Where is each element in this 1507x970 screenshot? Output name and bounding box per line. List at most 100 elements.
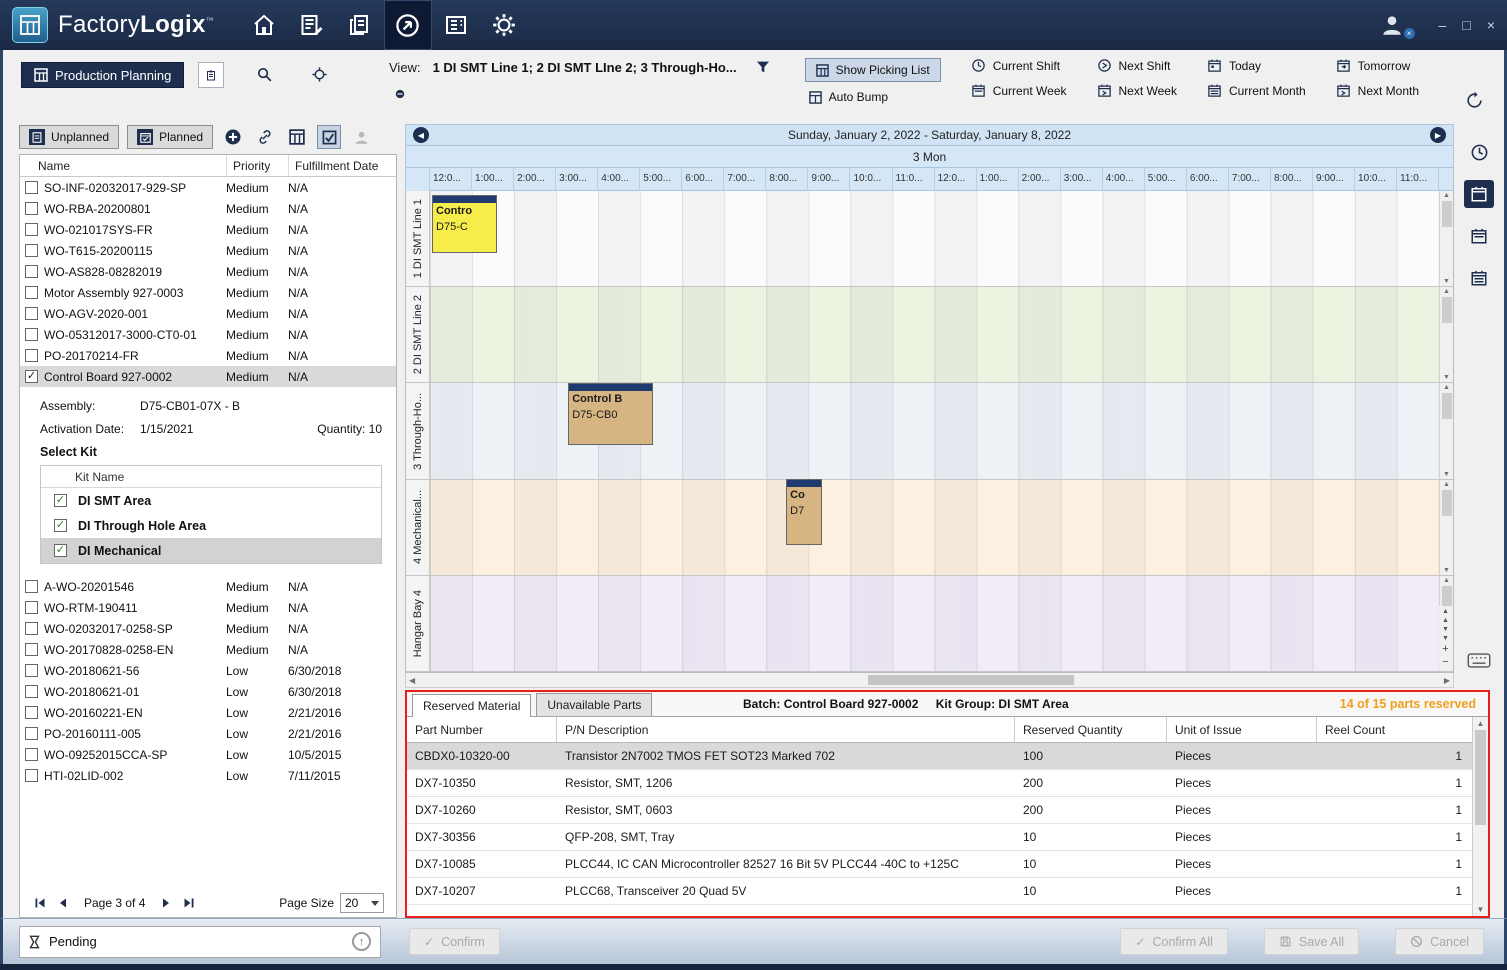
work-order-checkbox[interactable]: ✓	[25, 643, 38, 656]
lane-scrollbar[interactable]: ▲ ▼	[1439, 480, 1453, 575]
part-row[interactable]: DX7-10085 PLCC44, IC CAN Microcontroller…	[407, 851, 1472, 878]
work-order-checkbox[interactable]: ✓	[25, 265, 38, 278]
scrollbar-thumb[interactable]	[1442, 393, 1452, 419]
lane-area[interactable]: ControD75-C	[430, 191, 1439, 286]
kit-checkbox[interactable]: ✓	[54, 519, 67, 532]
planning-forms-icon[interactable]	[288, 0, 336, 50]
work-order-row[interactable]: ✓ WO-RBA-20200801 Medium N/A	[20, 198, 396, 219]
scrollbar-thumb[interactable]	[1442, 201, 1452, 227]
work-order-row[interactable]: ✓ WO-20170828-0258-EN Medium N/A	[20, 639, 396, 660]
work-order-checkbox[interactable]: ✓	[25, 244, 38, 257]
part-row[interactable]: DX7-10260 Resistor, SMT, 0603 200 Pieces…	[407, 797, 1472, 824]
column-part-number[interactable]: Part Number	[407, 717, 557, 742]
scroll-down-icon[interactable]: ▼	[1443, 374, 1450, 381]
add-work-order-icon[interactable]	[221, 125, 245, 149]
lane-area[interactable]: CoD7	[430, 480, 1439, 575]
scroll-down-icon[interactable]: ▼	[1443, 567, 1450, 574]
save-all-button[interactable]: Save All	[1264, 928, 1359, 955]
cancel-button[interactable]: Cancel	[1395, 928, 1484, 955]
filter-icon[interactable]	[749, 58, 777, 76]
scroll-down-icon[interactable]: ▼	[1442, 626, 1449, 633]
gantt-horizontal-scrollbar[interactable]: ◀ ▶	[405, 673, 1454, 688]
scroll-up-icon[interactable]: ▲	[1477, 719, 1485, 728]
work-order-row[interactable]: ✓ WO-09252015CCA-SP Low 10/5/2015	[20, 744, 396, 765]
view-select[interactable]: 1 DI SMT Line 1; 2 DI SMT LIne 2; 3 Thro…	[427, 59, 743, 76]
search-icon[interactable]	[250, 62, 279, 84]
next-month-button[interactable]: Next Month	[1336, 83, 1419, 98]
kit-row[interactable]: ✓ DI SMT Area	[41, 488, 381, 513]
work-order-row[interactable]: ✓ WO-20160221-EN Low 2/21/2016	[20, 702, 396, 723]
maximize-button[interactable]: □	[1462, 17, 1470, 33]
work-order-checkbox[interactable]: ✓	[25, 622, 38, 635]
work-order-checkbox[interactable]: ✓	[25, 223, 38, 236]
gantt-bar[interactable]: ControD75-C	[433, 196, 496, 252]
work-order-row[interactable]: ✓ WO-02032017-0258-SP Medium N/A	[20, 618, 396, 639]
work-order-checkbox[interactable]: ✓	[25, 580, 38, 593]
work-order-checkbox[interactable]: ✓	[25, 685, 38, 698]
home-icon[interactable]	[240, 0, 288, 50]
current-shift-button[interactable]: Current Shift	[971, 58, 1067, 73]
lane-scrollbar[interactable]: ▲ ▼	[1439, 191, 1453, 286]
column-reel-count[interactable]: Reel Count	[1317, 717, 1472, 742]
work-order-row[interactable]: ✓ Control Board 927-0002 Medium N/A	[20, 366, 396, 387]
work-order-checkbox[interactable]: ✓	[25, 706, 38, 719]
scroll-down-icon[interactable]: ▼	[1443, 471, 1450, 478]
column-description[interactable]: P/N Description	[557, 717, 1015, 742]
scroll-bottom-icon[interactable]: ▼	[1442, 635, 1449, 642]
scroll-up-icon[interactable]: ▲	[1442, 617, 1449, 624]
work-order-checkbox[interactable]: ✓	[25, 307, 38, 320]
gantt-bar[interactable]: Control BD75-CB0	[569, 384, 652, 444]
kit-row[interactable]: ✓ DI Through Hole Area	[41, 513, 381, 538]
part-row[interactable]: DX7-30356 QFP-208, SMT, Tray 10 Pieces 1	[407, 824, 1472, 851]
lane-scrollbar[interactable]: ▲ ▼	[1439, 287, 1453, 382]
current-week-button[interactable]: Current Week	[971, 83, 1067, 98]
lane-area[interactable]	[430, 287, 1439, 382]
work-order-row[interactable]: ✓ A-WO-20201546 Medium N/A	[20, 576, 396, 597]
documents-icon[interactable]	[336, 0, 384, 50]
work-order-row[interactable]: ✓ WO-20180621-01 Low 6/30/2018	[20, 681, 396, 702]
scroll-right-icon[interactable]: ▶	[1444, 676, 1450, 685]
last-page-icon[interactable]	[181, 897, 197, 909]
work-order-checkbox[interactable]: ✓	[25, 769, 38, 782]
work-order-checkbox[interactable]: ✓	[25, 664, 38, 677]
parts-scrollbar[interactable]: ▲ ▼	[1472, 717, 1488, 916]
gantt-bar[interactable]: CoD7	[787, 480, 821, 544]
assign-user-icon[interactable]	[349, 125, 373, 149]
work-order-row[interactable]: ✓ PO-20170214-FR Medium N/A	[20, 345, 396, 366]
collapse-view-icon[interactable]	[389, 84, 411, 104]
settings-gear-icon[interactable]	[480, 0, 528, 50]
user-logout-icon[interactable]: ×	[1373, 11, 1411, 39]
production-planning-button[interactable]: Production Planning	[21, 62, 184, 88]
scroll-up-icon[interactable]: ▲	[1443, 384, 1450, 391]
scroll-top-icon[interactable]: ▲	[1442, 608, 1449, 615]
tab-unplanned[interactable]: Unplanned	[19, 125, 119, 149]
scrollbar-thumb[interactable]	[1442, 490, 1452, 516]
next-week-button-toolbar[interactable]: Next Week	[1097, 83, 1177, 98]
work-order-checkbox[interactable]: ✓	[25, 601, 38, 614]
tab-unavailable-parts[interactable]: Unavailable Parts	[536, 693, 652, 716]
current-month-button[interactable]: Current Month	[1207, 83, 1306, 98]
show-checked-filter-icon[interactable]	[317, 125, 341, 149]
next-range-icon[interactable]: ▶	[1430, 127, 1446, 143]
scrollbar-thumb[interactable]	[868, 675, 1074, 685]
work-order-row[interactable]: ✓ WO-AGV-2020-001 Medium N/A	[20, 303, 396, 324]
zoom-in-icon[interactable]: +	[1442, 644, 1448, 655]
tab-planned[interactable]: Planned	[127, 125, 213, 149]
kit-row[interactable]: ✓ DI Mechanical	[41, 538, 381, 563]
work-order-row[interactable]: ✓ WO-RTM-190411 Medium N/A	[20, 597, 396, 618]
work-order-row[interactable]: ✓ WO-20180621-56 Low 6/30/2018	[20, 660, 396, 681]
part-row[interactable]: DX7-10207 PLCC68, Transceiver 20 Quad 5V…	[407, 878, 1472, 905]
zoom-out-icon[interactable]: −	[1442, 657, 1448, 668]
locate-crosshair-icon[interactable]	[305, 62, 334, 84]
scroll-up-icon[interactable]: ▲	[1443, 192, 1450, 199]
column-name[interactable]: Name	[20, 155, 226, 176]
kit-checkbox[interactable]: ✓	[54, 544, 67, 557]
lane-scrollbar[interactable]: ▲ ▼	[1439, 383, 1453, 478]
column-unit-of-issue[interactable]: Unit of Issue	[1167, 717, 1317, 742]
refresh-icon[interactable]	[1459, 90, 1490, 114]
work-order-checkbox[interactable]: ✓	[25, 727, 38, 740]
show-picking-list-button[interactable]: Show Picking List	[805, 58, 941, 82]
work-order-row[interactable]: ✓ HTI-02LID-002 Low 7/11/2015	[20, 765, 396, 786]
minimize-button[interactable]: –	[1439, 17, 1447, 33]
work-order-checkbox[interactable]: ✓	[25, 370, 38, 383]
